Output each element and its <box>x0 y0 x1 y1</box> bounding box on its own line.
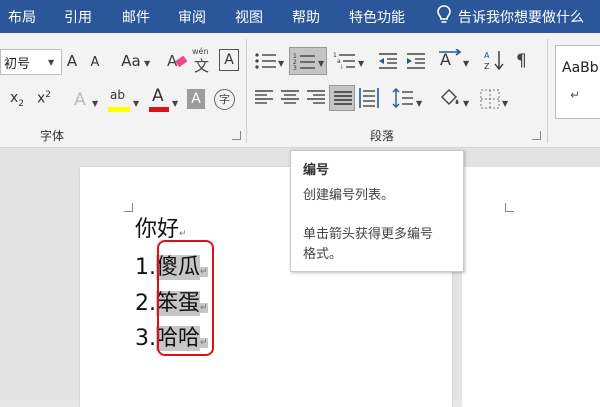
align-left-icon[interactable] <box>254 89 274 107</box>
justify-button[interactable] <box>329 85 355 111</box>
menu-special-features[interactable]: 特色功能 <box>349 7 405 27</box>
font-color-button[interactable]: A <box>148 86 170 114</box>
text-effects-chevron-icon[interactable]: ▼ <box>92 99 98 108</box>
shading-chevron-icon[interactable]: ▼ <box>463 99 469 108</box>
menu-layout[interactable]: 布局 <box>8 7 36 27</box>
ribbon: 初号 ▼ A A Aa ▼ A wén 文 A x2 x2 A ▼ ab ▼ A… <box>0 33 600 148</box>
numbering-icon: 123 <box>293 53 315 72</box>
highlight-chevron-icon[interactable]: ▼ <box>133 99 139 108</box>
phonetic-guide-icon[interactable]: wén 文 <box>192 47 214 75</box>
highlight-callout-box <box>157 240 214 356</box>
font-color-chevron-icon[interactable]: ▼ <box>172 99 178 108</box>
change-case-chevron-icon[interactable]: ▼ <box>144 59 150 68</box>
numbering-button[interactable]: 123 ▼ <box>289 47 327 75</box>
highlighter-icon: ab <box>110 88 125 102</box>
group-separator <box>547 39 548 143</box>
group-separator <box>246 39 247 143</box>
chinese-layout-chevron-icon[interactable]: ▼ <box>463 59 469 68</box>
lightbulb-icon <box>437 5 451 23</box>
font-group-label: 字体 <box>40 129 65 143</box>
clear-formatting-icon[interactable]: A <box>166 51 188 71</box>
crop-mark <box>505 203 514 212</box>
paragraph-group-label: 段落 <box>370 129 395 143</box>
chinese-layout-icon[interactable]: A <box>438 49 462 71</box>
svg-text:i: i <box>341 64 343 71</box>
numbering-chevron-icon[interactable]: ▼ <box>318 59 324 68</box>
menu-help[interactable]: 帮助 <box>292 7 320 27</box>
document-page-next <box>462 167 600 407</box>
align-right-icon[interactable] <box>306 89 326 107</box>
justify-icon <box>334 91 352 105</box>
menu-view[interactable]: 视图 <box>235 7 263 27</box>
style-preview-text: AaBb <box>562 60 599 76</box>
font-size-combobox[interactable]: 初号 ▼ <box>0 49 62 75</box>
bullets-chevron-icon[interactable]: ▼ <box>278 59 284 68</box>
tell-me-text: 告诉我你想要做什么 <box>458 10 584 26</box>
borders-icon[interactable] <box>480 89 500 109</box>
superscript-icon[interactable]: x2 <box>37 90 51 107</box>
character-shading-icon[interactable]: A <box>187 89 205 109</box>
font-size-value: 初号 <box>4 57 31 72</box>
sort-icon[interactable]: AZ <box>484 49 506 71</box>
tooltip-description: 创建编号列表。 <box>303 188 395 203</box>
decrease-indent-icon[interactable] <box>377 51 399 71</box>
svg-text:3: 3 <box>293 65 297 72</box>
line-spacing-chevron-icon[interactable]: ▼ <box>416 99 422 108</box>
font-color-icon: A <box>152 86 164 106</box>
svg-text:A: A <box>484 51 490 60</box>
character-border-icon[interactable]: A <box>219 49 239 71</box>
highlight-swatch <box>108 107 130 112</box>
svg-text:Z: Z <box>484 62 490 71</box>
font-color-swatch <box>149 107 169 112</box>
menu-bar: 布局 引用 邮件 审阅 视图 帮助 特色功能 告诉我你想要做什么 <box>0 0 600 33</box>
tooltip-hint: 单击箭头获得更多编号 <box>303 227 434 242</box>
multilevel-list-icon[interactable]: 1ai <box>333 51 357 71</box>
highlight-color-button[interactable]: ab <box>108 88 132 114</box>
shading-bucket-icon[interactable] <box>438 87 462 109</box>
text-effects-icon[interactable]: A <box>70 90 90 110</box>
menu-review[interactable]: 审阅 <box>178 7 206 27</box>
shrink-font-icon[interactable]: A <box>87 53 103 73</box>
crop-mark <box>124 203 133 212</box>
enclose-characters-icon[interactable]: 字 <box>214 89 235 110</box>
doc-paragraph-greeting[interactable]: 你好↵ <box>135 211 187 243</box>
menu-mailings[interactable]: 邮件 <box>122 7 150 27</box>
font-dialog-launcher-icon[interactable] <box>232 131 241 140</box>
style-gallery-normal[interactable]: AaBb ↵ <box>555 45 600 119</box>
numbering-tooltip: 编号 创建编号列表。 单击箭头获得更多编号 格式。 <box>290 150 464 272</box>
paragraph-dialog-launcher-icon[interactable] <box>532 131 541 140</box>
chevron-down-icon[interactable]: ▼ <box>48 58 54 67</box>
tooltip-hint-cont: 格式。 <box>303 247 343 262</box>
line-spacing-icon[interactable] <box>392 88 414 108</box>
menu-references[interactable]: 引用 <box>64 7 92 27</box>
svg-text:¶: ¶ <box>516 51 527 70</box>
change-case-icon[interactable]: Aa <box>120 51 142 71</box>
grow-font-icon[interactable]: A <box>63 51 81 71</box>
multilevel-chevron-icon[interactable]: ▼ <box>358 59 364 68</box>
show-hide-marks-icon[interactable]: ¶ <box>515 50 533 70</box>
svg-text:A: A <box>440 50 451 69</box>
align-center-icon[interactable] <box>280 89 300 107</box>
subscript-icon[interactable]: x2 <box>10 90 24 109</box>
bullets-icon[interactable] <box>254 51 278 71</box>
increase-indent-icon[interactable] <box>405 51 427 71</box>
style-preview-mark: ↵ <box>570 88 581 102</box>
tooltip-title: 编号 <box>303 163 330 178</box>
distributed-icon[interactable] <box>358 87 380 109</box>
borders-chevron-icon[interactable]: ▼ <box>502 99 508 108</box>
